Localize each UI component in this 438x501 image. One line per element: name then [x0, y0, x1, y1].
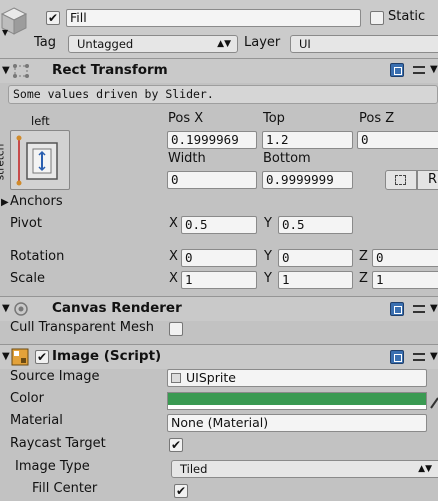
scale-z-axis[interactable]: Z	[359, 271, 368, 286]
tag-dropdown[interactable]: Untagged ▲▼	[68, 35, 238, 53]
rotation-x-field[interactable]: 0	[181, 249, 257, 267]
top-header: Top	[263, 111, 285, 126]
image-type-label: Image Type	[15, 459, 90, 474]
help-icon[interactable]	[390, 63, 404, 77]
cull-transparent-label: Cull Transparent Mesh	[10, 320, 154, 335]
dotted-rect-icon	[395, 175, 406, 185]
chevron-down-icon: ▲▼	[217, 39, 231, 49]
driven-note: Some values driven by Slider.	[13, 87, 214, 101]
rotation-x-axis[interactable]: X	[169, 249, 178, 264]
source-image-value: UISprite	[186, 370, 236, 385]
pos-z-header: Pos Z	[359, 111, 395, 126]
blueprint-mode-button[interactable]	[385, 170, 417, 190]
raw-edit-label: R	[428, 172, 438, 187]
source-image-field[interactable]: UISprite	[167, 369, 427, 387]
anchors-label[interactable]: Anchors	[10, 194, 63, 209]
canvas-renderer-title: Canvas Renderer	[52, 300, 182, 316]
scale-x-axis[interactable]: X	[169, 271, 178, 286]
bottom-header: Bottom	[263, 151, 311, 166]
pos-x-field[interactable]: 0.1999969	[167, 131, 257, 149]
rect-transform-icon	[13, 64, 29, 78]
rotation-label: Rotation	[10, 249, 65, 264]
raycast-target-label: Raycast Target	[10, 436, 106, 451]
gameobject-icon-dropdown[interactable]: ▼	[2, 28, 8, 37]
image-title: Image (Script)	[52, 348, 162, 364]
help-icon[interactable]	[390, 350, 404, 364]
pos-z-field[interactable]: 0	[357, 131, 438, 149]
preset-icon[interactable]	[412, 350, 426, 364]
scale-y-axis[interactable]: Y	[264, 271, 272, 286]
layer-label: Layer	[244, 35, 281, 50]
color-field[interactable]	[167, 392, 427, 410]
help-icon[interactable]	[390, 302, 404, 316]
preset-icon[interactable]	[412, 302, 426, 316]
layer-dropdown[interactable]: UI	[290, 35, 438, 53]
material-label: Material	[10, 413, 63, 428]
anchor-presets-button[interactable]	[10, 130, 70, 190]
rotation-y-axis[interactable]: Y	[264, 249, 272, 264]
source-image-label: Source Image	[10, 369, 100, 384]
rotation-y-field[interactable]: 0	[278, 249, 353, 267]
object-name-field[interactable]: Fill	[66, 9, 361, 27]
scale-y-field[interactable]: 1	[278, 271, 353, 289]
rotation-z-axis[interactable]: Z	[359, 249, 368, 264]
color-label: Color	[10, 391, 44, 406]
canvas-renderer-icon	[14, 302, 28, 316]
foldout-arrow-icon[interactable]: ▼	[2, 65, 10, 76]
overflow-icon[interactable]: ▼	[430, 303, 438, 314]
anchor-top-label: left	[31, 114, 50, 128]
color-swatch	[168, 393, 426, 405]
raw-edit-button[interactable]: R	[417, 170, 438, 190]
rect-transform-title: Rect Transform	[52, 62, 168, 78]
anchors-foldout-icon[interactable]: ▶	[1, 197, 9, 208]
image-type-dropdown[interactable]: Tiled ▲▼	[171, 460, 438, 478]
raycast-target-checkbox[interactable]: ✔	[169, 438, 183, 452]
width-field[interactable]: 0	[167, 171, 257, 189]
tag-label: Tag	[34, 35, 57, 50]
pivot-x-axis[interactable]: X	[169, 216, 178, 231]
static-checkbox[interactable]	[370, 11, 384, 25]
pivot-label: Pivot	[10, 216, 42, 231]
layer-value: UI	[299, 37, 311, 51]
static-label: Static	[388, 9, 426, 24]
foldout-arrow-icon[interactable]: ▼	[2, 351, 10, 362]
image-enabled-checkbox[interactable]: ✔	[35, 350, 49, 364]
pos-x-header: Pos X	[168, 111, 204, 126]
eyedropper-icon[interactable]	[429, 394, 438, 410]
fill-center-label: Fill Center	[32, 481, 98, 496]
foldout-arrow-icon[interactable]: ▼	[2, 303, 10, 314]
width-header: Width	[168, 151, 206, 166]
anchor-side-label: stretch	[0, 143, 7, 181]
anchor-preset-icon	[16, 135, 58, 186]
pivot-y-axis[interactable]: Y	[264, 216, 272, 231]
chevron-down-icon: ▲▼	[418, 464, 432, 474]
active-checkbox[interactable]: ✔	[46, 11, 60, 25]
rotation-z-field[interactable]: 0	[372, 249, 438, 267]
scale-x-field[interactable]: 1	[181, 271, 257, 289]
pivot-y-field[interactable]: 0.5	[278, 216, 353, 234]
preset-icon[interactable]	[412, 63, 426, 77]
overflow-icon[interactable]: ▼	[430, 351, 438, 362]
material-field[interactable]: None (Material)	[167, 414, 427, 432]
driven-note-box: Some values driven by Slider.	[8, 85, 438, 104]
cull-transparent-checkbox[interactable]	[169, 322, 183, 336]
tag-value: Untagged	[77, 37, 134, 51]
scale-label: Scale	[10, 271, 45, 286]
image-icon	[11, 348, 29, 366]
overflow-icon[interactable]: ▼	[430, 64, 438, 75]
pivot-x-field[interactable]: 0.5	[181, 216, 257, 234]
top-field[interactable]: 1.2	[262, 131, 353, 149]
scale-z-field[interactable]: 1	[372, 271, 438, 289]
fill-center-checkbox[interactable]: ✔	[174, 484, 188, 498]
image-type-value: Tiled	[180, 462, 208, 476]
bottom-field[interactable]: 0.9999999	[262, 171, 353, 189]
sprite-icon	[171, 373, 181, 383]
